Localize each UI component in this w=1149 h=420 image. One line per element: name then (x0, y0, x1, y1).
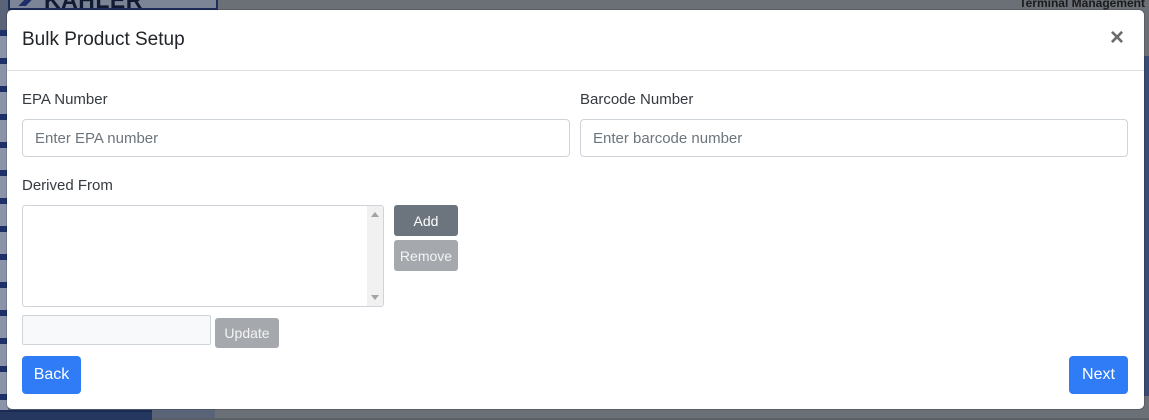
background-right-edge (1144, 56, 1149, 396)
bulk-product-setup-modal: Bulk Product Setup × EPA Number Barcode … (7, 10, 1144, 409)
scroll-down-icon[interactable] (371, 295, 379, 300)
barcode-number-input[interactable] (580, 119, 1128, 157)
background-footer-bar (0, 410, 152, 420)
barcode-number-label: Barcode Number (580, 91, 694, 108)
modal-header: Bulk Product Setup × (7, 10, 1144, 71)
epa-number-label: EPA Number (22, 91, 108, 108)
epa-number-input[interactable] (22, 119, 570, 157)
back-button[interactable]: Back (22, 356, 81, 394)
remove-button[interactable]: Remove (394, 240, 458, 271)
update-button[interactable]: Update (215, 318, 279, 348)
derived-from-label: Derived From (22, 177, 113, 194)
update-text-input[interactable] (22, 315, 211, 345)
add-button[interactable]: Add (394, 205, 458, 236)
next-button[interactable]: Next (1069, 356, 1128, 394)
logo-mark-icon (14, 0, 40, 6)
listbox-scrollbar[interactable] (367, 206, 383, 306)
modal-title: Bulk Product Setup (22, 29, 185, 50)
background-header-title: Terminal Management (1019, 0, 1145, 10)
derived-from-listbox[interactable] (22, 205, 384, 307)
scroll-up-icon[interactable] (371, 212, 379, 217)
close-icon[interactable]: × (1104, 24, 1130, 52)
